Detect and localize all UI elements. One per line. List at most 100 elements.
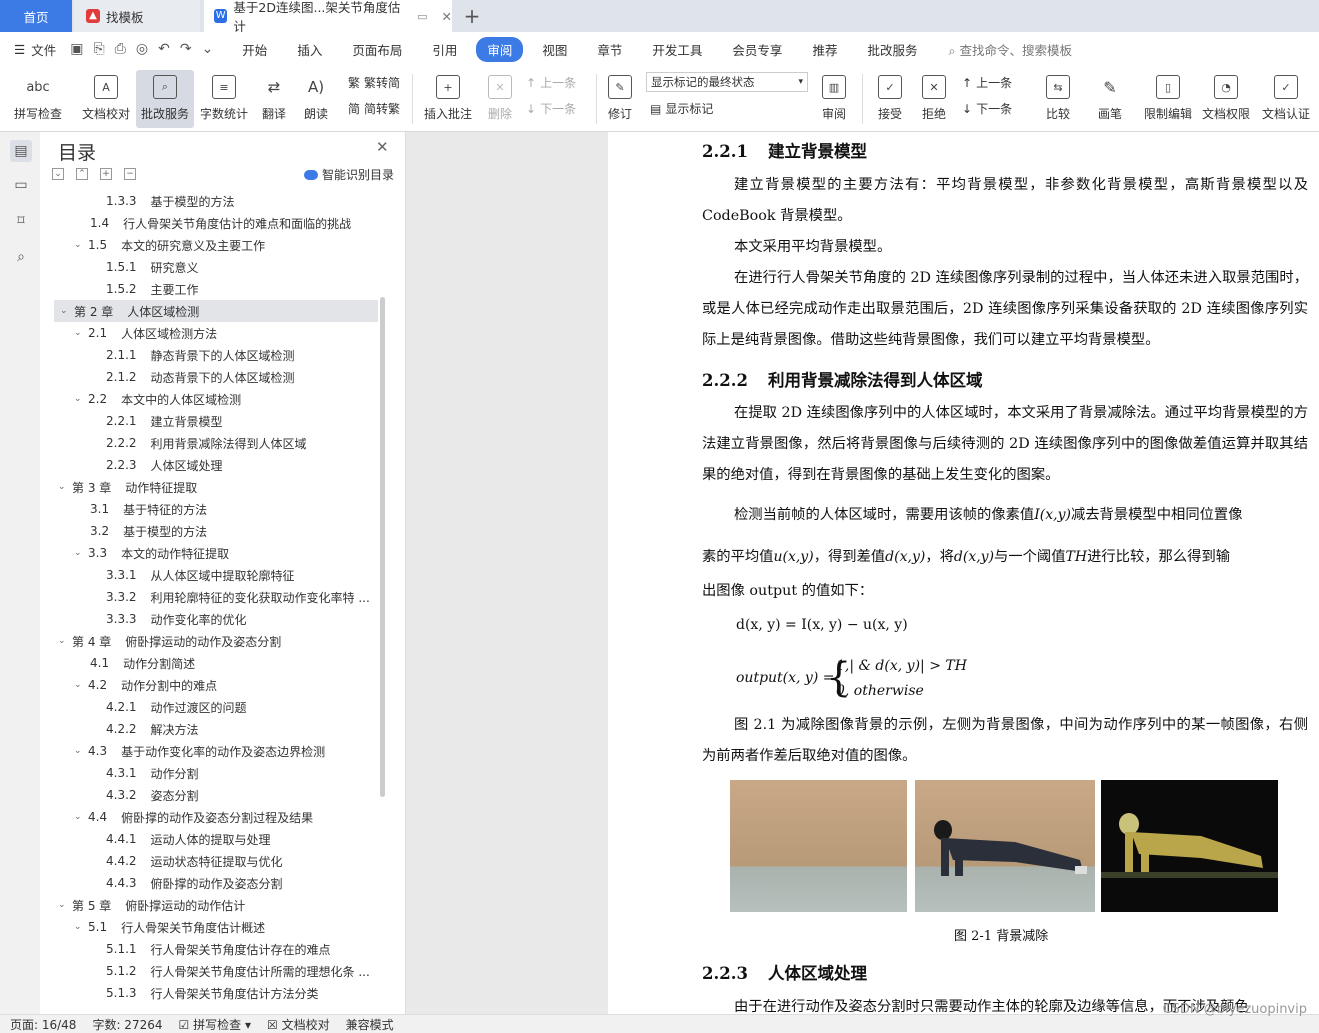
- toc-item[interactable]: 4.3.1 动作分割: [106, 762, 199, 784]
- chevron-down-icon[interactable]: ⌄: [74, 812, 88, 822]
- toc-item[interactable]: 4.2.2 解决方法: [106, 718, 199, 740]
- page-indicator[interactable]: 页面: 16/48: [10, 1016, 76, 1033]
- simp-to-trad-button[interactable]: 简简转繁: [348, 100, 400, 117]
- toc-scrollbar[interactable]: [380, 297, 385, 797]
- status-doc-proof[interactable]: ☒ 文档校对: [267, 1016, 330, 1033]
- expand-up-icon[interactable]: ⌃: [76, 168, 88, 180]
- toc-item[interactable]: 5.1.2 行人骨架关节角度估计所需的理想化条 ...: [106, 960, 370, 982]
- export-icon[interactable]: ⎘: [93, 41, 104, 57]
- chevron-down-icon[interactable]: ⌄: [60, 306, 74, 316]
- next-comment-button[interactable]: ↓ 下一条: [526, 100, 576, 117]
- doc-proof-button[interactable]: A 文档校对: [76, 70, 136, 128]
- word-count-indicator[interactable]: 字数: 27264: [92, 1016, 162, 1033]
- chevron-down-icon[interactable]: ⌄: [74, 240, 88, 250]
- chevron-down-icon[interactable]: ⌄: [58, 482, 72, 492]
- toc-item[interactable]: ⌄ 第 4 章俯卧撑运动的动作及姿态分割: [58, 630, 281, 652]
- toc-item[interactable]: 1.5.2 主要工作: [106, 278, 199, 300]
- toc-item[interactable]: 2.2.1 建立背景模型: [106, 410, 223, 432]
- toc-pane-icon[interactable]: ▤: [10, 140, 32, 162]
- toc-item[interactable]: 5.1.3 行人骨架关节角度估计方法分类: [106, 982, 319, 1004]
- ribbon-tab[interactable]: 会员专享: [721, 37, 793, 62]
- toc-item[interactable]: 3.2 基于模型的方法: [90, 520, 207, 542]
- compare-button[interactable]: ⇆ 比较: [1036, 70, 1080, 128]
- insert-comment-button[interactable]: + 插入批注: [420, 70, 476, 128]
- ribbon-tab[interactable]: 开发工具: [641, 37, 713, 62]
- chevron-down-icon[interactable]: ⌄: [74, 922, 88, 932]
- markup-state-select[interactable]: 显示标记的最终状态 ▾: [646, 72, 808, 92]
- print-icon[interactable]: ⎙: [115, 41, 126, 57]
- close-icon[interactable]: ✕: [376, 138, 389, 156]
- ribbon-tab[interactable]: 章节: [586, 37, 633, 62]
- ribbon-tab[interactable]: 开始: [231, 37, 278, 62]
- toc-item[interactable]: 2.2.2 利用背景减除法得到人体区域: [106, 432, 307, 454]
- toc-item[interactable]: 4.4.3 俯卧撑的动作及姿态分割: [106, 872, 283, 894]
- chevron-down-icon[interactable]: ⌄: [58, 636, 72, 646]
- status-spell-check[interactable]: ☑ 拼写检查 ▾: [179, 1016, 251, 1033]
- ribbon-tab[interactable]: 推荐: [801, 37, 848, 62]
- toc-item[interactable]: ⌄ 5.1 行人骨架关节角度估计概述: [74, 916, 265, 938]
- pen-button[interactable]: ✎ 画笔: [1090, 70, 1130, 128]
- preview-icon[interactable]: ◎: [136, 41, 148, 57]
- toc-item[interactable]: 4.3.2 姿态分割: [106, 784, 199, 806]
- toc-item[interactable]: ⌄ 2.2 本文中的人体区域检测: [74, 388, 241, 410]
- toc-item[interactable]: ⌄ 4.2 动作分割中的难点: [74, 674, 217, 696]
- add-heading-icon[interactable]: +: [100, 168, 112, 180]
- toc-item[interactable]: 1.4 行人骨架关节角度估计的难点和面临的挑战: [90, 212, 351, 234]
- toc-item[interactable]: 3.3.1 从人体区域中提取轮廓特征: [106, 564, 295, 586]
- undo-icon[interactable]: ↶: [158, 41, 170, 57]
- toc-item[interactable]: ⌄ 2.1 人体区域检测方法: [74, 322, 217, 344]
- customize-icon[interactable]: ⌄: [202, 41, 214, 57]
- save-icon[interactable]: ▣: [70, 41, 83, 57]
- search-pane-icon[interactable]: ⌕: [10, 246, 32, 268]
- chevron-down-icon[interactable]: ⌄: [74, 394, 88, 404]
- review-pane-button[interactable]: ▥ 审阅: [814, 70, 854, 128]
- remove-heading-icon[interactable]: −: [124, 168, 136, 180]
- ribbon-tab[interactable]: 视图: [531, 37, 578, 62]
- toc-item[interactable]: ⌄ 第 2 章人体区域检测: [54, 300, 378, 322]
- toc-item[interactable]: 3.3.3 动作变化率的优化: [106, 608, 247, 630]
- revise-button[interactable]: ✎ 修订: [600, 70, 640, 128]
- toc-item[interactable]: ⌄ 4.4 俯卧撑的动作及姿态分割过程及结果: [74, 806, 313, 828]
- toc-item[interactable]: ⌄ 1.5 本文的研究意义及主要工作: [74, 234, 265, 256]
- chevron-down-icon[interactable]: ⌄: [74, 548, 88, 558]
- toc-item[interactable]: 4.4.1 运动人体的提取与处理: [106, 828, 271, 850]
- toc-item[interactable]: ⌄ 第 5 章俯卧撑运动的动作估计: [58, 894, 245, 916]
- toc-item[interactable]: 4.1 动作分割简述: [90, 652, 195, 674]
- prev-change-button[interactable]: ↑ 上一条: [962, 74, 1012, 91]
- chapter-nav-icon[interactable]: ▭: [10, 174, 32, 196]
- new-tab-button[interactable]: +: [458, 0, 486, 32]
- toc-item[interactable]: ⌄ 4.3 基于动作变化率的动作及姿态边界检测: [74, 740, 325, 762]
- chevron-down-icon[interactable]: ⌄: [58, 900, 72, 910]
- toc-item[interactable]: 2.1.1 静态背景下的人体区域检测: [106, 344, 295, 366]
- smart-toc-button[interactable]: 智能识别目录: [304, 166, 394, 183]
- tab-screen-icon[interactable]: ▭: [417, 10, 427, 23]
- restrict-edit-button[interactable]: ▯ 限制编辑: [1140, 70, 1196, 128]
- ribbon-tab[interactable]: 页面布局: [341, 37, 413, 62]
- toc-item[interactable]: 1.5.1 研究意义: [106, 256, 199, 278]
- tab-template[interactable]: ▲ 找模板: [74, 0, 200, 32]
- file-menu[interactable]: ☰ 文件: [0, 40, 56, 59]
- toc-item[interactable]: 4.2.1 动作过渡区的问题: [106, 696, 247, 718]
- read-aloud-button[interactable]: A) 朗读: [298, 70, 334, 128]
- command-search[interactable]: ⌕ 查找命令、搜索模板: [948, 40, 1072, 59]
- accept-button[interactable]: ✓ 接受: [870, 70, 910, 128]
- redo-icon[interactable]: ↷: [180, 41, 192, 57]
- collapse-all-icon[interactable]: ⌄: [52, 168, 64, 180]
- ribbon-tab[interactable]: 插入: [286, 37, 333, 62]
- reject-button[interactable]: ✕ 拒绝: [914, 70, 954, 128]
- toc-item[interactable]: ⌄ 3.3 本文的动作特征提取: [74, 542, 229, 564]
- prev-comment-button[interactable]: ↑ 上一条: [526, 74, 576, 91]
- tab-document[interactable]: W 基于2D连续图...架关节角度估计 ▭ ✕: [204, 0, 452, 34]
- toc-item[interactable]: 3.1 基于特征的方法: [90, 498, 207, 520]
- chevron-down-icon[interactable]: ⌄: [74, 746, 88, 756]
- chevron-down-icon[interactable]: ⌄: [74, 328, 88, 338]
- toc-item[interactable]: 1.3.3 基于模型的方法: [106, 190, 235, 212]
- tab-close-icon[interactable]: ✕: [442, 9, 452, 24]
- bookmark-icon[interactable]: ⌑: [10, 210, 32, 232]
- ribbon-tab[interactable]: 审阅: [476, 36, 524, 62]
- toc-item[interactable]: 4.4.2 运动状态特征提取与优化: [106, 850, 283, 872]
- spell-check-button[interactable]: abc 拼写检查: [8, 70, 68, 128]
- tab-home[interactable]: 首页: [0, 0, 72, 32]
- word-count-button[interactable]: ≡ 字数统计: [196, 70, 252, 128]
- toc-item[interactable]: 2.2.3 人体区域处理: [106, 454, 223, 476]
